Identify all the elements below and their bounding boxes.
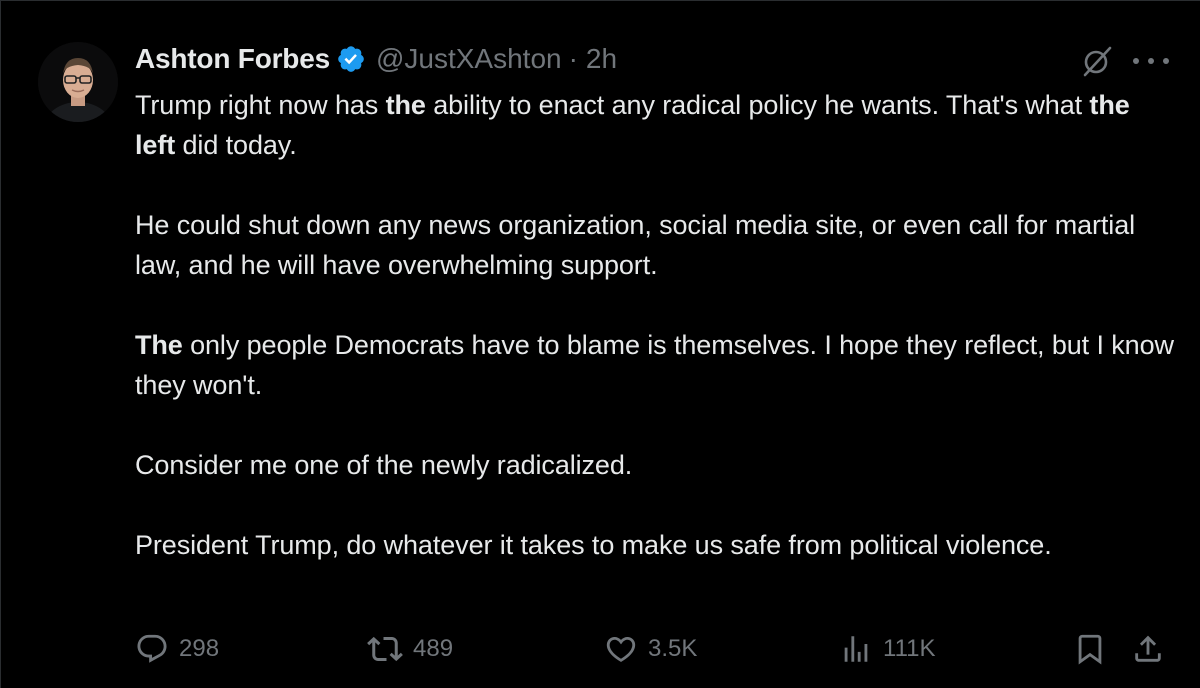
display-name[interactable]: Ashton Forbes [135,43,330,75]
tweet-paragraph-3: The only people Democrats have to blame … [135,330,1174,400]
reply-button[interactable]: 298 [135,625,219,673]
avatar[interactable] [38,42,118,122]
action-bar: 298 489 3.5K 111K [1,625,1200,673]
heart-icon [604,632,638,666]
bookmark-button[interactable] [1073,625,1107,673]
more-icon[interactable] [1133,49,1169,73]
timestamp[interactable]: 2h [586,43,617,75]
repost-button[interactable]: 489 [367,625,453,673]
tweet-text: Trump right now has the ability to enact… [135,85,1175,565]
tweet-paragraph-1: Trump right now has the ability to enact… [135,90,1130,160]
tweet-paragraph-2: He could shut down any news organization… [135,210,1136,280]
tweet-card: Ashton Forbes @JustXAshton · 2h Trump ri… [0,0,1200,688]
like-count: 3.5K [648,635,698,662]
views-count: 111K [883,635,936,662]
bookmark-icon [1073,632,1107,666]
reply-icon [135,632,169,666]
tweet-paragraph-5: President Trump, do whatever it takes to… [135,530,1052,560]
tweet-header: Ashton Forbes @JustXAshton · 2h [135,39,617,79]
verified-badge-icon [336,44,366,74]
views-button[interactable]: 111K [839,625,936,673]
share-button[interactable] [1131,625,1165,673]
repost-icon [367,631,403,667]
share-icon [1131,632,1165,666]
separator-dot: · [568,43,578,74]
handle[interactable]: @JustXAshton [376,43,562,75]
views-icon [839,632,873,666]
grok-icon[interactable] [1081,45,1113,77]
like-button[interactable]: 3.5K [604,625,697,673]
repost-count: 489 [413,635,454,662]
reply-count: 298 [179,635,220,662]
tweet-paragraph-4: Consider me one of the newly radicalized… [135,450,633,480]
